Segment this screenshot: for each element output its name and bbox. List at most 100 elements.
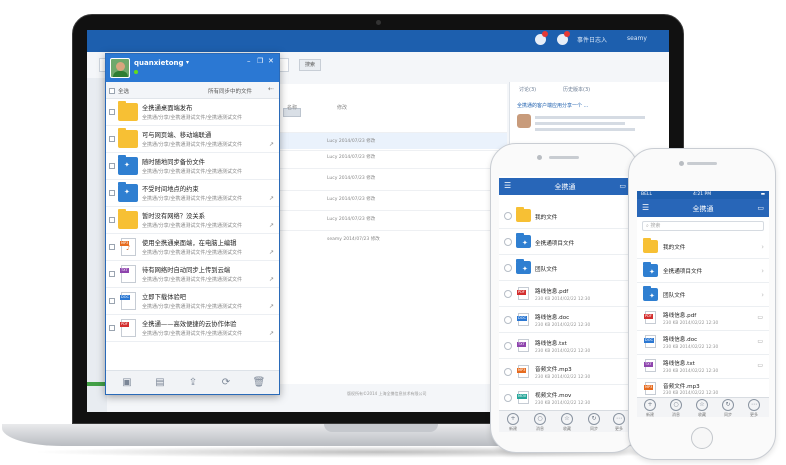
sync-icon[interactable]: ⟳ <box>219 376 233 389</box>
list-item[interactable]: MP3 音频文件.mp3 230 KB 2014/02/22 12:30 <box>499 359 631 385</box>
list-item[interactable]: PDF 路线信息.pdf 230 KB 2014/02/22 12:30 <box>499 281 631 307</box>
tab-label[interactable]: 消息 <box>664 412 688 417</box>
item-checkbox[interactable] <box>109 271 115 277</box>
select-radio[interactable] <box>504 212 512 220</box>
select-radio[interactable] <box>504 264 512 272</box>
comment-icon[interactable]: ▭ <box>757 362 763 369</box>
trash-icon[interactable]: 🗑 <box>252 376 266 389</box>
select-all-label[interactable]: 全选 <box>118 87 129 95</box>
search-input[interactable]: ⌕ 搜索 <box>642 221 764 231</box>
select-radio[interactable] <box>504 342 512 350</box>
table-row-selected[interactable] <box>277 133 507 149</box>
username[interactable]: quanxietong <box>134 59 184 67</box>
select-all-checkbox[interactable] <box>109 88 115 94</box>
open-external-icon[interactable]: ↗ <box>269 330 274 337</box>
table-row[interactable]: Lucy 2014/07/23 修改 <box>327 175 375 181</box>
item-checkbox[interactable] <box>109 109 115 115</box>
list-item[interactable]: DOC 路线信息.doc 230 KB 2014/02/22 12:30 ▭ <box>637 331 769 355</box>
select-radio[interactable] <box>504 316 512 324</box>
list-item[interactable]: TXT 待有网络时自动同步上传到云端 全携通/分享/全携通测试文件/全携通测试文… <box>106 261 279 288</box>
chat-icon[interactable]: ○ <box>670 399 682 411</box>
tab-label[interactable]: 同步 <box>716 412 740 417</box>
message-icon[interactable]: ▭ <box>757 204 764 212</box>
list-item[interactable]: 全携通项目文件 › <box>637 259 769 283</box>
list-item[interactable]: 我的文件 › <box>637 235 769 259</box>
table-row[interactable]: Lucy 2014/07/23 修改 <box>327 196 375 202</box>
chevron-right-icon[interactable]: › <box>761 291 764 299</box>
add-icon[interactable]: + <box>507 413 519 425</box>
filter-label[interactable]: 所有同步中的文件 <box>208 87 252 95</box>
open-external-icon[interactable]: ↗ <box>269 249 274 256</box>
sync-icon[interactable]: ↻ <box>722 399 734 411</box>
tab-label[interactable]: 收藏 <box>555 426 579 432</box>
message-icon[interactable]: ▭ <box>619 182 626 190</box>
item-checkbox[interactable] <box>109 217 115 223</box>
web-search-button[interactable]: 搜索 <box>299 59 321 71</box>
list-item[interactable]: DOC 立即下载体验吧 全携通/分享/全携通测试文件/全携通测试文件 ↗ <box>106 288 279 315</box>
tab-label[interactable]: 新建 <box>501 426 525 432</box>
list-item[interactable]: TXT 路线信息.txt 230 KB 2014/02/22 12:30 ▭ <box>637 355 769 379</box>
item-checkbox[interactable] <box>109 190 115 196</box>
list-item[interactable]: 随时随地同步备份文件 全携通/分享/全携通测试文件/全携通测试文件 <box>106 153 279 180</box>
list-item[interactable]: PDF 路线信息.pdf 230 KB 2014/02/22 12:30 ▭ <box>637 307 769 331</box>
item-checkbox[interactable] <box>109 244 115 250</box>
list-item[interactable]: DOC 路线信息.doc 230 KB 2014/02/22 12:30 <box>499 307 631 333</box>
table-row[interactable]: Lucy 2014/07/23 修改 <box>327 138 375 144</box>
back-icon[interactable]: ⇠ <box>268 85 274 93</box>
list-item[interactable]: 团队文件 › <box>637 283 769 307</box>
new-folder-icon[interactable]: ▣ <box>120 376 134 389</box>
select-radio[interactable] <box>504 290 512 298</box>
list-item[interactable]: 暂时没有网络？没关系 全携通/分享/全携通测试文件/全携通测试文件 ↗ <box>106 207 279 234</box>
sync-icon[interactable]: ↻ <box>588 413 600 425</box>
add-icon[interactable]: + <box>644 399 656 411</box>
upload-icon[interactable]: ⇪ <box>186 376 200 389</box>
list-item[interactable]: 不受时间地点的约束 全携通/分享/全携通测试文件/全携通测试文件 ↗ <box>106 180 279 207</box>
more-icon[interactable]: ⋯ <box>613 413 625 425</box>
tab-history[interactable]: 历史版本(3) <box>563 86 590 93</box>
table-row[interactable]: seamy 2014/07/23 修改 <box>327 236 380 242</box>
item-checkbox[interactable] <box>109 163 115 169</box>
list-item[interactable]: 全携通桌面端发布 全携通/分享/全携通测试文件/全携通测试文件 <box>106 99 279 126</box>
close-icon[interactable]: ✕ <box>268 57 274 65</box>
open-external-icon[interactable]: ↗ <box>269 195 274 202</box>
star-icon[interactable]: ☆ <box>696 399 708 411</box>
open-external-icon[interactable]: ↗ <box>269 141 274 148</box>
tab-discussion[interactable]: 讨论(3) <box>519 86 536 93</box>
minimize-icon[interactable]: – <box>247 57 251 65</box>
chevron-right-icon[interactable]: › <box>761 243 764 251</box>
tab-label[interactable]: 同步 <box>582 426 606 432</box>
select-radio[interactable] <box>504 394 512 402</box>
select-radio[interactable] <box>504 368 512 376</box>
avatar[interactable] <box>110 58 130 78</box>
list-item[interactable]: MP3 音频文件.mp3 230 KB 2014/02/22 12:30 <box>637 379 769 399</box>
chevron-right-icon[interactable]: › <box>761 267 764 275</box>
open-external-icon[interactable]: ↗ <box>269 276 274 283</box>
list-item[interactable]: MP3 ♪ 使用全携通桌面端，在电脑上编辑 全携通/分享/全携通测试文件/全携通测… <box>106 234 279 261</box>
list-item[interactable]: 可与网页端、移动端联通 全携通/分享/全携通测试文件/全携通测试文件 ↗ <box>106 126 279 153</box>
more-icon[interactable]: ⋯ <box>748 399 760 411</box>
list-item[interactable]: 团队文件 <box>499 255 631 281</box>
list-item[interactable]: MOV 视频文件.mov 230 KB 2014/02/22 12:30 <box>499 385 631 411</box>
list-item[interactable]: 全携通项目文件 <box>499 229 631 255</box>
chevron-down-icon[interactable]: ▾ <box>186 59 189 66</box>
tab-label[interactable]: 消息 <box>528 426 552 432</box>
tab-label[interactable]: 收藏 <box>690 412 714 417</box>
tab-label[interactable]: 新建 <box>638 412 662 417</box>
tab-label[interactable]: 更多 <box>742 412 766 417</box>
topbar-user[interactable]: seamy <box>627 35 647 42</box>
list-item[interactable]: TXT 路线信息.txt 230 KB 2014/02/22 12:30 <box>499 333 631 359</box>
table-row[interactable]: Lucy 2014/07/23 修改 <box>327 216 375 222</box>
open-external-icon[interactable]: ↗ <box>269 222 274 229</box>
open-external-icon[interactable]: ↗ <box>269 303 274 310</box>
topbar-log-link[interactable]: 事件日志入 <box>577 35 607 44</box>
restore-icon[interactable]: ❐ <box>257 57 263 65</box>
new-file-icon[interactable]: ▤ <box>153 376 167 389</box>
table-row[interactable]: Lucy 2014/07/23 修改 <box>327 154 375 160</box>
chat-icon[interactable]: ○ <box>534 413 546 425</box>
list-item[interactable]: PDF 全携通——高效便捷的云协作体验 全携通/分享/全携通测试文件/全携通测试… <box>106 315 279 342</box>
star-icon[interactable]: ☆ <box>561 413 573 425</box>
comment-icon[interactable]: ▭ <box>757 314 763 321</box>
list-item[interactable]: 我的文件 <box>499 203 631 229</box>
item-checkbox[interactable] <box>109 298 115 304</box>
item-checkbox[interactable] <box>109 136 115 142</box>
